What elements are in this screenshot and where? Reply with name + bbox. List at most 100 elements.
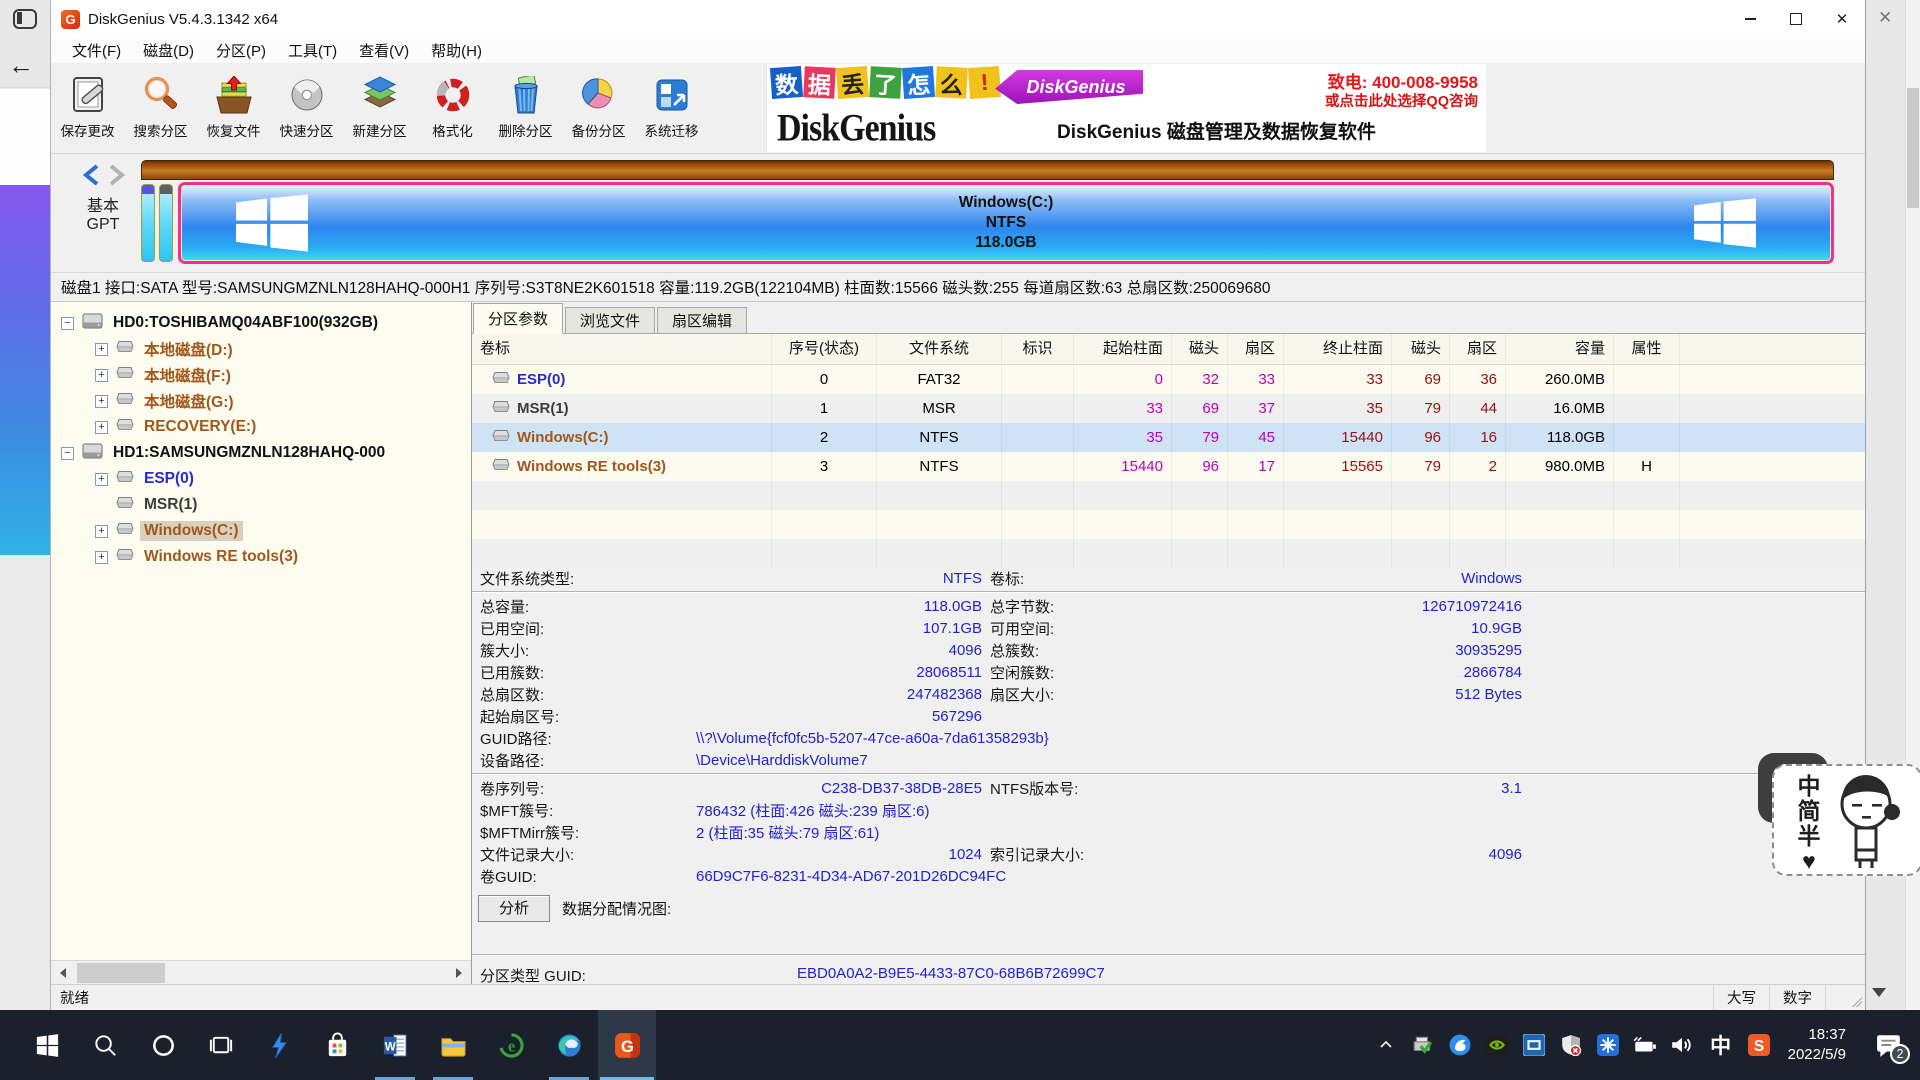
toolbar-button-5[interactable]: 格式化 — [416, 66, 489, 152]
tray-nvidia-icon[interactable] — [1479, 1010, 1516, 1080]
taskbar-edge-icon[interactable] — [540, 1010, 598, 1080]
minimize-button[interactable] — [1727, 0, 1773, 38]
menu-item-1[interactable]: 磁盘(D) — [132, 40, 205, 61]
taskbar-explorer-icon[interactable] — [424, 1010, 482, 1080]
column-header-4[interactable]: 起始柱面 — [1074, 334, 1172, 364]
partition-row-msr-1-[interactable]: MSR(1)1MSR33693735794416.0MB — [472, 394, 1865, 423]
menu-item-4[interactable]: 查看(V) — [348, 40, 420, 61]
toolbar-button-2[interactable]: 恢复文件 — [197, 66, 270, 152]
tree-item-windows-c-[interactable]: +Windows(C:) — [51, 518, 471, 544]
tree-item-windows-re-tools-3-[interactable]: +Windows RE tools(3) — [51, 544, 471, 570]
status-text: 就绪 — [51, 987, 89, 1008]
ime-language-indicator[interactable]: 中 — [1701, 1010, 1741, 1080]
tree-item-msr-1-[interactable]: MSR(1) — [51, 492, 471, 518]
expand-icon[interactable]: + — [95, 343, 108, 356]
analyze-button[interactable]: 分析 — [478, 895, 550, 922]
column-header-6[interactable]: 扇区 — [1228, 334, 1284, 364]
tree-item-recovery-e-[interactable]: +RECOVERY(E:) — [51, 414, 471, 440]
tray-chevron-up-icon[interactable] — [1368, 1010, 1405, 1080]
column-header-3[interactable]: 标识 — [1002, 334, 1074, 364]
tray-battery-icon[interactable] — [1627, 1010, 1664, 1080]
tray-defender-icon[interactable] — [1553, 1010, 1590, 1080]
tray-tim-icon[interactable] — [1442, 1010, 1479, 1080]
tray-print-check-icon[interactable] — [1405, 1010, 1442, 1080]
scrollbar-thumb[interactable] — [77, 963, 165, 983]
column-header-1[interactable]: 序号(状态) — [772, 334, 877, 364]
column-header-0[interactable]: 卷标 — [472, 334, 772, 364]
windows-c-partition-block[interactable]: Windows(C:) NTFS 118.0GB — [178, 182, 1834, 264]
tree-item-hd0-toshibamq04abf100-932gb-[interactable]: −HD0:TOSHIBAMQ04ABF100(932GB) — [51, 310, 471, 336]
column-header-11[interactable]: 属性 — [1614, 334, 1680, 364]
disk-nav-arrows[interactable] — [81, 164, 127, 186]
scroll-left-button[interactable] — [51, 961, 75, 984]
expand-icon[interactable]: + — [95, 369, 108, 382]
tree-item-esp-0-[interactable]: +ESP(0) — [51, 466, 471, 492]
toolbar-button-0[interactable]: 保存更改 — [51, 66, 124, 152]
tray-speaker-icon[interactable] — [1664, 1010, 1701, 1080]
tab-1[interactable]: 浏览文件 — [565, 307, 655, 333]
toolbar-button-8[interactable]: 系统迁移 — [635, 66, 708, 152]
maximize-button[interactable] — [1773, 0, 1819, 38]
disk-header-strip[interactable] — [141, 160, 1834, 180]
ad-banner[interactable]: 数据丢了怎么! DiskGenius 致电: 400-008-9958 或点击此… — [766, 64, 1486, 152]
partition-row-windows-c-[interactable]: Windows(C:)2NTFS357945154409616118.0GB — [472, 423, 1865, 452]
menu-item-2[interactable]: 分区(P) — [205, 40, 277, 61]
taskbar-search-icon[interactable] — [76, 1010, 134, 1080]
column-header-5[interactable]: 磁头 — [1172, 334, 1228, 364]
sogou-ime-widget[interactable]: 中简半♥ — [1772, 764, 1920, 876]
scroll-right-button[interactable] — [447, 961, 471, 984]
column-header-9[interactable]: 扇区 — [1450, 334, 1506, 364]
toolbar-button-3[interactable]: 快速分区 — [270, 66, 343, 152]
esp-partition-block[interactable] — [141, 184, 155, 262]
taskbar-diskgenius-icon[interactable]: G — [598, 1010, 656, 1080]
msr-partition-block[interactable] — [159, 184, 173, 262]
caret-down-icon[interactable] — [1872, 988, 1886, 997]
expand-icon[interactable]: + — [95, 421, 108, 434]
menu-item-3[interactable]: 工具(T) — [277, 40, 348, 61]
partition-row-esp-0-[interactable]: ESP(0)0FAT3203233336936260.0MB — [472, 365, 1865, 394]
expand-icon[interactable]: + — [95, 395, 108, 408]
taskbar-task-view-icon[interactable] — [192, 1010, 250, 1080]
toolbar-button-7[interactable]: 备份分区 — [562, 66, 635, 152]
tray-intel-icon[interactable] — [1516, 1010, 1553, 1080]
sogou-tray-icon[interactable]: S — [1741, 1010, 1778, 1080]
partition-row-windows-re-tools-3-[interactable]: Windows RE tools(3)3NTFS1544096171556579… — [472, 452, 1865, 481]
tray-snowflake-icon[interactable] — [1590, 1010, 1627, 1080]
taskbar-word-icon[interactable]: W — [366, 1010, 424, 1080]
taskbar-thunder-icon[interactable] — [250, 1010, 308, 1080]
menu-item-5[interactable]: 帮助(H) — [420, 40, 493, 61]
tree-item--g-[interactable]: +本地磁盘(G:) — [51, 388, 471, 414]
scrollbar-thumb[interactable] — [1907, 88, 1919, 208]
close-button[interactable]: ✕ — [1819, 0, 1865, 38]
toolbar-button-1[interactable]: 搜索分区 — [124, 66, 197, 152]
toolbar-button-4[interactable]: 新建分区 — [343, 66, 416, 152]
column-header-8[interactable]: 磁头 — [1392, 334, 1450, 364]
tab-2[interactable]: 扇区编辑 — [657, 307, 747, 333]
column-header-7[interactable]: 终止柱面 — [1284, 334, 1392, 364]
column-header-2[interactable]: 文件系统 — [877, 334, 1002, 364]
tree-item--f-[interactable]: +本地磁盘(F:) — [51, 362, 471, 388]
taskbar-green-browser-icon[interactable]: e — [482, 1010, 540, 1080]
expand-icon[interactable]: + — [95, 473, 108, 486]
back-arrow-icon[interactable]: ← — [8, 50, 34, 81]
tree-horizontal-scrollbar[interactable] — [51, 960, 471, 984]
tree-item-hd1-samsungmznln128hahq-000[interactable]: −HD1:SAMSUNGMZNLN128HAHQ-000 — [51, 440, 471, 466]
toolbar-button-6[interactable]: 删除分区 — [489, 66, 562, 152]
taskbar-store-icon[interactable] — [308, 1010, 366, 1080]
background-close-icon[interactable]: ✕ — [1878, 8, 1892, 28]
action-center-button[interactable]: 2 — [1858, 1010, 1920, 1080]
taskbar-clock[interactable]: 18:37 2022/5/9 — [1778, 1025, 1858, 1065]
column-header-10[interactable]: 容量 — [1506, 334, 1614, 364]
collapse-icon[interactable]: − — [61, 447, 74, 460]
menu-item-0[interactable]: 文件(F) — [61, 40, 132, 61]
tree-item--d-[interactable]: +本地磁盘(D:) — [51, 336, 471, 362]
ad-qq-link[interactable]: 或点击此处选择QQ咨询 — [1325, 90, 1478, 111]
taskbar-cortana-icon[interactable] — [134, 1010, 192, 1080]
collapse-icon[interactable]: − — [61, 317, 74, 330]
expand-icon[interactable]: + — [95, 525, 108, 538]
tab-0[interactable]: 分区参数 — [473, 303, 563, 334]
expand-icon[interactable]: + — [95, 551, 108, 564]
taskbar-start-icon[interactable] — [18, 1010, 76, 1080]
data-allocation-label: 数据分配情况图: — [562, 898, 671, 919]
resize-grip[interactable] — [1825, 985, 1865, 1010]
